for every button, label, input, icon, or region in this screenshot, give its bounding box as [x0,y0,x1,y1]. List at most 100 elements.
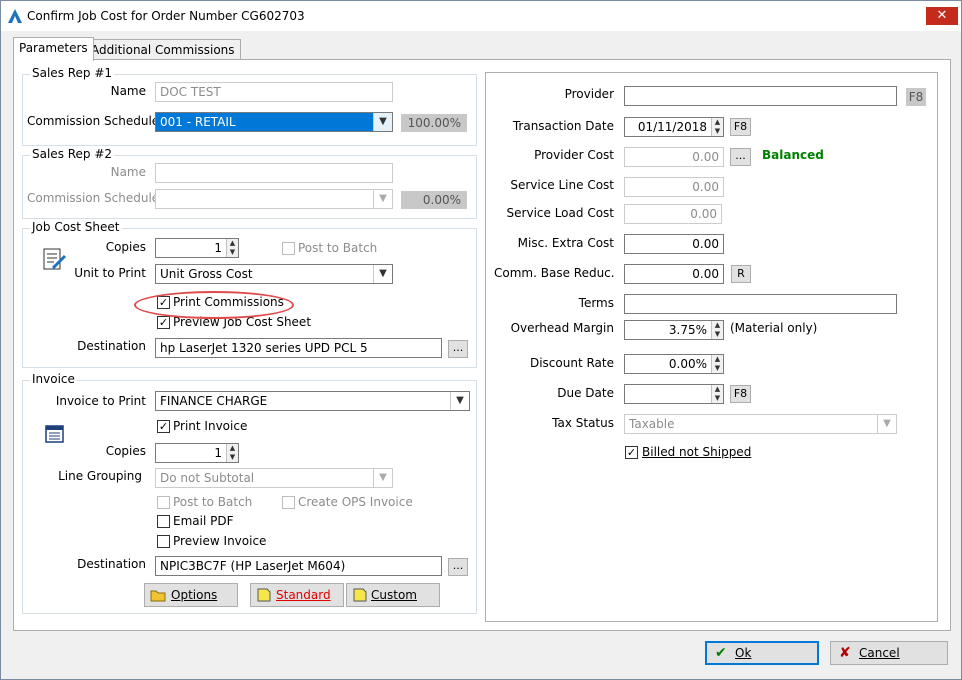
tax-status-value: Taxable [629,417,675,431]
preview-invoice-checkbox[interactable] [157,535,170,548]
highlight-annotation [134,291,294,319]
standard-button[interactable]: Standard [250,583,344,607]
jcs-copies-value: 1 [214,241,222,255]
invoice-to-print-select[interactable]: FINANCE CHARGE ▼ [155,391,470,411]
invoice-label: Invoice [30,372,77,386]
sales-rep-1-label: Sales Rep #1 [30,66,115,80]
rep1-schedule-value: 001 - RETAIL [160,115,236,129]
tab-additional-commissions[interactable]: Additional Commissions [85,39,241,61]
folder-icon [150,590,166,602]
jcs-destination-field[interactable]: hp LaserJet 1320 series UPD PCL 5 [155,338,442,358]
create-ops-invoice-checkbox[interactable] [282,496,295,509]
invoice-destination-field[interactable]: NPIC3BC7F (HP LaserJet M604) [155,556,442,576]
rep1-name-field[interactable]: DOC TEST [155,82,393,102]
tax-status-select[interactable]: Taxable ▼ [624,414,897,434]
note-icon [353,588,367,602]
transaction-date-label: Transaction Date [512,119,614,133]
comm-base-reduc-r-button[interactable]: R [731,265,751,283]
ok-button-label: Ok [735,646,752,660]
rep1-schedule-select[interactable]: 001 - RETAIL ▼ [155,112,393,132]
tab-parameters[interactable]: Parameters [13,37,94,61]
spinner-arrows-icon[interactable]: ▲ ▼ [711,118,723,136]
options-button-label: Options [171,588,218,602]
print-invoice-checkbox[interactable]: ✓ [157,420,170,433]
dialog-window: Confirm Job Cost for Order Number CG6027… [0,0,962,680]
provider-f8-button[interactable]: F8 [906,88,926,106]
provider-label: Provider [564,87,614,101]
checkmark-icon: ✔ [715,645,727,661]
rep2-name-field[interactable] [155,163,393,183]
provider-field[interactable] [624,86,897,106]
email-pdf-label: Email PDF [173,514,234,528]
due-date-label: Due Date [557,386,614,400]
spinner-arrows-icon[interactable]: ▲ ▼ [711,321,723,339]
chevron-down-icon[interactable]: ▼ [373,265,392,283]
rep2-percent: 0.00% [401,191,467,209]
options-button[interactable]: Options [144,583,238,607]
jcs-unit-label: Unit to Print [74,266,146,280]
jcs-copies-stepper[interactable]: 1 ▲ ▼ [155,238,239,258]
service-load-cost-field[interactable]: 0.00 [624,204,722,224]
chevron-down-icon[interactable]: ▼ [877,415,896,433]
rep1-percent: 100.00% [401,114,467,132]
misc-extra-cost-label: Misc. Extra Cost [517,236,614,250]
cancel-button[interactable]: ✘ Cancel [830,641,948,665]
comm-base-reduc-label: Comm. Base Reduc. [494,266,615,280]
invoice-post-to-batch-checkbox[interactable] [157,496,170,509]
rep2-name-label: Name [110,165,146,179]
service-line-cost-field[interactable]: 0.00 [624,177,724,197]
custom-button[interactable]: Custom [346,583,440,607]
email-pdf-checkbox[interactable] [157,515,170,528]
comm-base-reduc-field[interactable]: 0.00 [624,264,724,284]
billed-not-shipped-label: Billed not Shipped [642,445,752,459]
discount-rate-label: Discount Rate [529,356,614,370]
spinner-arrows-icon[interactable]: ▲ ▼ [226,444,238,462]
line-grouping-value: Do not Subtotal [160,471,255,485]
jcs-unit-value: Unit Gross Cost [160,267,253,281]
standard-button-label: Standard [276,588,331,602]
terms-label: Terms [578,296,614,310]
jcs-destination-label: Destination [77,339,146,353]
due-date-field[interactable]: ▲ ▼ [624,384,724,404]
spinner-arrows-icon[interactable]: ▲ ▼ [711,385,723,403]
ok-button[interactable]: ✔ Ok [705,641,819,665]
spinner-arrows-icon[interactable]: ▲ ▼ [711,355,723,373]
overhead-margin-stepper[interactable]: 3.75% ▲ ▼ [624,320,724,340]
rep2-schedule-select[interactable]: ▼ [155,189,393,209]
chevron-down-icon[interactable]: ▼ [373,469,392,487]
rep2-schedule-label: Commission Schedule [27,191,160,205]
chevron-down-icon[interactable]: ▼ [373,113,392,131]
jcs-post-to-batch-checkbox[interactable] [282,242,295,255]
line-grouping-select[interactable]: Do not Subtotal ▼ [155,468,393,488]
due-date-f8-button[interactable]: F8 [730,385,751,403]
rep1-schedule-label: Commission Schedule [27,114,160,128]
jcs-destination-browse-button[interactable]: ... [448,340,468,358]
invoice-destination-browse-button[interactable]: ... [448,558,468,576]
transaction-date-f8-button[interactable]: F8 [730,118,751,136]
discount-rate-stepper[interactable]: 0.00% ▲ ▼ [624,354,724,374]
billed-not-shipped-checkbox[interactable]: ✓ [625,446,638,459]
line-grouping-label: Line Grouping [58,469,142,483]
service-load-cost-label: Service Load Cost [506,206,614,220]
misc-extra-cost-field[interactable]: 0.00 [624,234,724,254]
terms-field[interactable] [624,294,897,314]
overhead-margin-label: Overhead Margin [510,321,614,335]
provider-cost-field[interactable]: 0.00 [624,147,724,167]
spinner-arrows-icon[interactable]: ▲ ▼ [226,239,238,257]
close-button[interactable]: ✕ [926,7,958,25]
note-icon [257,588,271,602]
invoice-copies-stepper[interactable]: 1 ▲ ▼ [155,443,239,463]
invoice-copies-label: Copies [105,444,146,458]
chevron-down-icon[interactable]: ▼ [373,190,392,208]
preview-job-cost-checkbox[interactable]: ✓ [157,316,170,329]
jcs-unit-select[interactable]: Unit Gross Cost ▼ [155,264,393,284]
parameters-panel: Sales Rep #1 Name DOC TEST Commission Sc… [13,59,951,631]
provider-cost-browse-button[interactable]: ... [730,148,751,166]
sales-rep-2-label: Sales Rep #2 [30,147,115,161]
transaction-date-field[interactable]: 01/11/2018 ▲ ▼ [624,117,724,137]
print-invoice-label: Print Invoice [173,419,248,433]
cancel-button-label: Cancel [859,646,900,660]
title-bar: Confirm Job Cost for Order Number CG6027… [1,1,961,31]
window-title: Confirm Job Cost for Order Number CG6027… [27,9,305,23]
chevron-down-icon[interactable]: ▼ [450,392,469,410]
